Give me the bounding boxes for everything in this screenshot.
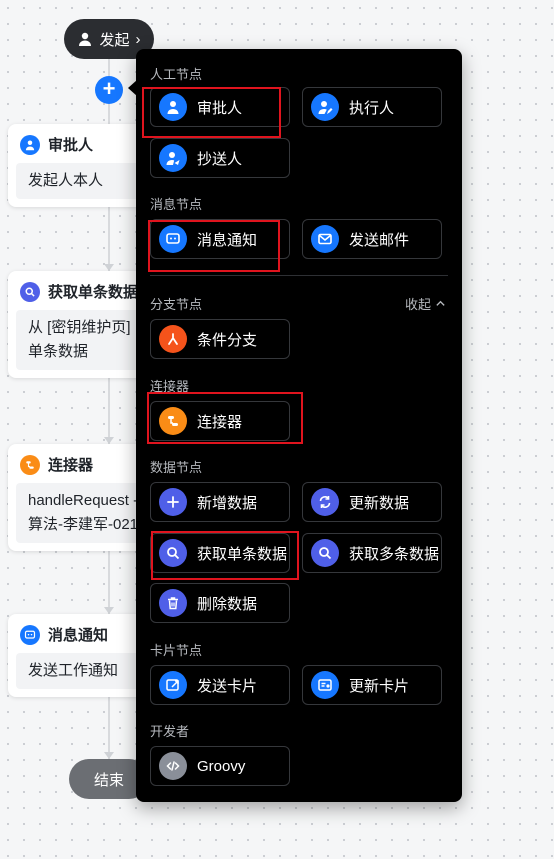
- picker-item-label: 条件分支: [197, 331, 258, 349]
- node-body-line: 算法-李建军-0219: [28, 516, 147, 533]
- chevron-right-icon: ›: [135, 30, 141, 48]
- picker-item-label: Groovy: [197, 757, 246, 775]
- end-label: 结束: [93, 771, 124, 789]
- picker-item-condition[interactable]: 条件分支: [150, 319, 290, 359]
- node-title: 消息通知: [48, 627, 109, 644]
- mail-icon: [311, 225, 339, 253]
- picker-item-delete-data[interactable]: 删除数据: [150, 583, 290, 623]
- picker-item-send-card[interactable]: 发送卡片: [150, 665, 290, 705]
- section-title-data: 数据节点: [150, 460, 203, 475]
- user-icon: [79, 32, 92, 46]
- connector-icon: [20, 454, 40, 475]
- card-edit-icon: [311, 671, 339, 699]
- picker-item-get-multi[interactable]: 获取多条数据: [302, 533, 442, 573]
- highlight-box: [147, 392, 303, 444]
- add-node-button[interactable]: +: [95, 76, 123, 104]
- picker-item-email[interactable]: 发送邮件: [302, 219, 442, 259]
- flow-arrow: [104, 264, 114, 271]
- user-send-icon: [159, 144, 187, 172]
- message-icon: [20, 624, 40, 645]
- picker-item-label: 更新卡片: [349, 677, 410, 695]
- trash-icon: [159, 589, 187, 617]
- picker-item-groovy[interactable]: Groovy: [150, 746, 290, 786]
- refresh-icon: [311, 488, 339, 516]
- picker-item-cc[interactable]: 抄送人: [150, 138, 290, 178]
- collapse-toggle[interactable]: 收起: [405, 294, 446, 313]
- node-body: handleRequest - 算法-李建军-0219: [16, 483, 150, 543]
- flow-connector: [108, 376, 110, 444]
- section-title-card: 卡片节点: [150, 643, 203, 658]
- start-label: 发起: [99, 31, 130, 49]
- node-picker-panel: 人工节点 审批人 执行人 抄送人 消息节点 消息通知 发送邮件 分支节点 收起: [136, 49, 462, 802]
- chevron-up-icon: [436, 300, 445, 306]
- node-body-line: 从 [密钥维护页] 中: [28, 319, 150, 336]
- flow-connector: [108, 104, 110, 124]
- node-title: 获取单条数据: [48, 284, 139, 301]
- picker-item-label: 抄送人: [197, 150, 243, 168]
- node-title: 连接器: [48, 457, 94, 474]
- search-icon: [311, 539, 339, 567]
- plus-icon: [159, 488, 187, 516]
- card-send-icon: [159, 671, 187, 699]
- flow-arrow: [104, 437, 114, 444]
- node-body-line: handleRequest -: [28, 492, 139, 509]
- flow-connector: [108, 694, 110, 759]
- user-edit-icon: [311, 93, 339, 121]
- picker-item-label: 执行人: [349, 99, 395, 117]
- flow-arrow: [104, 607, 114, 614]
- picker-item-update-data[interactable]: 更新数据: [302, 482, 442, 522]
- node-title: 审批人: [48, 137, 94, 154]
- branch-icon: [159, 325, 187, 353]
- section-title-branch: 分支节点: [150, 297, 203, 312]
- section-title-message: 消息节点: [150, 197, 203, 212]
- picker-item-update-card[interactable]: 更新卡片: [302, 665, 442, 705]
- flow-connector: [108, 206, 110, 271]
- section-title-developer: 开发者: [150, 724, 190, 739]
- node-body-line: 单条数据: [28, 343, 89, 360]
- section-divider: [150, 275, 448, 276]
- node-body: 发送工作通知: [16, 653, 150, 689]
- highlight-box: [142, 87, 281, 138]
- node-body: 发起人本人: [16, 163, 150, 199]
- section-title-manual: 人工节点: [150, 67, 203, 82]
- search-icon: [20, 281, 40, 302]
- flow-arrow: [104, 752, 114, 759]
- highlight-box: [148, 220, 280, 272]
- node-body: 从 [密钥维护页] 中 单条数据: [16, 310, 150, 370]
- user-icon: [20, 134, 40, 155]
- picker-item-label: 发送卡片: [197, 677, 258, 695]
- picker-item-label: 新增数据: [197, 494, 258, 512]
- picker-item-label: 更新数据: [349, 494, 410, 512]
- flow-connector: [108, 59, 110, 76]
- flow-connector: [108, 546, 110, 614]
- collapse-label: 收起: [404, 297, 431, 312]
- picker-item-label: 获取多条数据: [349, 545, 440, 563]
- highlight-box: [151, 531, 299, 580]
- picker-item-label: 删除数据: [197, 595, 258, 613]
- code-icon: [159, 752, 187, 780]
- picker-item-label: 发送邮件: [349, 231, 410, 249]
- picker-item-executor[interactable]: 执行人: [302, 87, 442, 127]
- picker-item-add-data[interactable]: 新增数据: [150, 482, 290, 522]
